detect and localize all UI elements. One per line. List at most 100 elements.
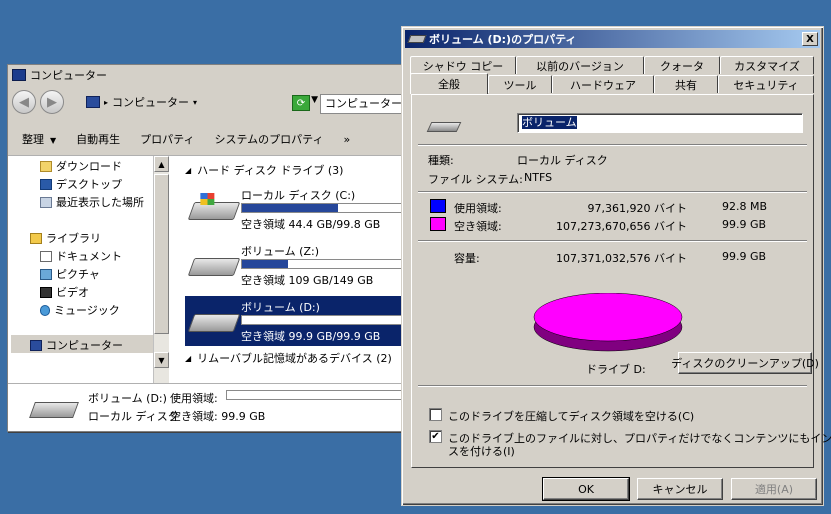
free-space-bytes: 107,273,670,656 バイト [556, 220, 687, 233]
used-space-label: 使用領域: [454, 202, 502, 215]
tab-general[interactable]: 全般 [410, 73, 488, 94]
nav-item-computer[interactable]: コンピューター [30, 337, 123, 353]
separator [418, 240, 807, 242]
filesystem-label: ファイル システム: [428, 173, 523, 186]
nav-label: ピクチャ [56, 268, 100, 281]
hard-drive-icon [407, 35, 427, 43]
group-header-hdd[interactable]: ◢ ハード ディスク ドライブ (3) [185, 162, 343, 178]
checkmark-icon: ✔ [431, 431, 440, 442]
nav-item-documents[interactable]: ドキュメント [40, 248, 122, 264]
nav-item-music[interactable]: ミュージック [40, 302, 120, 318]
nav-item-videos[interactable]: ビデオ [40, 284, 89, 300]
group-header-label: ハード ディスク ドライブ (3) [197, 164, 344, 177]
close-button[interactable]: X [802, 32, 818, 46]
tab-security[interactable]: セキュリティ [718, 75, 814, 93]
index-checkbox[interactable]: ✔ [429, 430, 442, 443]
used-space-swatch [430, 199, 446, 213]
scrollbar-thumb[interactable] [154, 174, 169, 334]
nav-label: コンピューター [46, 339, 123, 352]
nav-label: デスクトップ [56, 178, 122, 191]
desktop-icon [40, 178, 52, 190]
forward-button[interactable]: ▶ [40, 90, 64, 114]
capacity-size: 99.9 GB [722, 250, 767, 263]
drive-usage-bar [241, 203, 406, 213]
nav-item-pictures[interactable]: ピクチャ [40, 266, 100, 282]
hard-drive-icon [29, 402, 79, 418]
tab-shadow-copies[interactable]: シャドウ コピー [410, 56, 516, 74]
details-usage-bar [226, 390, 406, 400]
hard-drive-icon [187, 314, 241, 332]
autoplay-button[interactable]: 自動再生 [76, 131, 120, 147]
navigation-bar: ◀ ▶ ▸ コンピューター ▾ ▼ ⟳ コンピューターの検 [8, 87, 406, 117]
drive-usage-fill [242, 260, 289, 268]
drive-item-z[interactable]: ボリューム (Z:) 空き領域 109 GB/149 GB [185, 240, 406, 290]
type-value: ローカル ディスク [517, 154, 608, 167]
disk-cleanup-button[interactable]: ディスクのクリーンアップ(D) [671, 352, 819, 374]
chevron-down-icon: ▼ [50, 136, 57, 145]
explorer-title: コンピューター [30, 69, 107, 82]
details-pane: ボリューム (D:) 使用領域: ローカル ディスク 空き領域: 99.9 GB [8, 383, 406, 431]
organize-menu[interactable]: 整理 ▼ [22, 131, 56, 147]
tab-customize[interactable]: カスタマイズ [720, 56, 814, 74]
capacity-bytes: 107,371,032,576 バイト [556, 252, 687, 265]
separator [418, 385, 807, 387]
drive-free-space: 空き領域 109 GB/149 GB [241, 274, 374, 287]
scroll-up-icon[interactable]: ▲ [154, 156, 169, 172]
tab-hardware[interactable]: ハードウェア [552, 75, 654, 93]
drive-free-space: 空き領域 44.4 GB/99.8 GB [241, 218, 381, 231]
volume-name-input[interactable]: ボリューム [517, 113, 803, 133]
refresh-button[interactable]: ⟳ [292, 95, 310, 111]
nav-label: ダウンロード [56, 160, 122, 173]
ok-button[interactable]: OK [542, 477, 630, 501]
more-commands-button[interactable]: » [344, 133, 351, 146]
tab-previous-versions[interactable]: 以前のバージョン [516, 56, 644, 74]
pictures-icon [40, 268, 52, 280]
group-header-label: リムーバブル記憶域があるデバイス (2) [197, 352, 392, 365]
scroll-down-icon[interactable]: ▼ [154, 352, 169, 368]
tab-quota[interactable]: クォータ [644, 56, 720, 74]
nav-item-libraries[interactable]: ライブラリ [30, 230, 101, 246]
hard-drive-icon [187, 258, 241, 276]
properties-dialog: ボリューム (D:)のプロパティ X シャドウ コピー 以前のバージョン クォー… [401, 26, 831, 506]
group-header-removable[interactable]: ◢ リムーバブル記憶域があるデバイス (2) [185, 350, 392, 366]
system-drive-icon [187, 202, 241, 220]
address-bar[interactable]: ▸ コンピューター ▾ ▼ [86, 91, 318, 113]
nav-item-downloads[interactable]: ダウンロード [40, 158, 122, 174]
drive-name: ローカル ディスク (C:) [241, 189, 356, 202]
apply-button[interactable]: 適用(A) [731, 478, 817, 500]
dialog-title: ボリューム (D:)のプロパティ [429, 33, 577, 46]
tab-sharing[interactable]: 共有 [654, 75, 718, 93]
back-button[interactable]: ◀ [12, 90, 36, 114]
capacity-label: 容量: [454, 252, 480, 265]
address-caret-icon: ▾ [193, 97, 198, 107]
nav-item-recent[interactable]: 最近表示した場所 [40, 194, 144, 210]
drive-item-c[interactable]: ローカル ディスク (C:) 空き領域 44.4 GB/99.8 GB [185, 184, 406, 234]
free-space-swatch [430, 217, 446, 231]
details-drive-name: ボリューム (D:) [88, 392, 167, 405]
address-text: コンピューター [112, 96, 190, 109]
nav-label: 最近表示した場所 [56, 196, 144, 209]
address-dropdown-icon[interactable]: ▼ [311, 95, 318, 105]
downloads-folder-icon [40, 160, 52, 172]
disk-usage-pie-chart [533, 293, 683, 352]
details-drive-type: ローカル ディスク [88, 410, 179, 423]
drive-name: ボリューム (Z:) [241, 245, 319, 258]
tab-tools[interactable]: ツール [488, 75, 552, 93]
properties-button[interactable]: プロパティ [140, 131, 194, 147]
search-input[interactable]: コンピューターの検 [320, 94, 406, 114]
drive-usage-bar [241, 315, 406, 325]
explorer-body: ダウンロード デスクトップ 最近表示した場所 ライブラリ ドキュメント ピクチャ [8, 155, 406, 384]
cancel-button[interactable]: キャンセル [637, 478, 723, 500]
nav-item-desktop[interactable]: デスクトップ [40, 176, 122, 192]
recent-places-icon [40, 196, 52, 208]
document-icon [40, 250, 52, 262]
type-label: 種類: [428, 154, 454, 167]
drive-item-d[interactable]: ボリューム (D:) 空き領域 99.9 GB/99.9 GB [185, 296, 406, 346]
hard-drive-icon [426, 122, 462, 132]
nav-label: ライブラリ [46, 232, 101, 245]
nav-scrollbar[interactable]: ▲ ▼ [153, 156, 169, 384]
details-free-space: 空き領域: 99.9 GB [170, 410, 266, 423]
music-icon [40, 304, 50, 316]
compress-checkbox[interactable] [429, 408, 442, 421]
system-properties-button[interactable]: システムのプロパティ [215, 131, 324, 147]
